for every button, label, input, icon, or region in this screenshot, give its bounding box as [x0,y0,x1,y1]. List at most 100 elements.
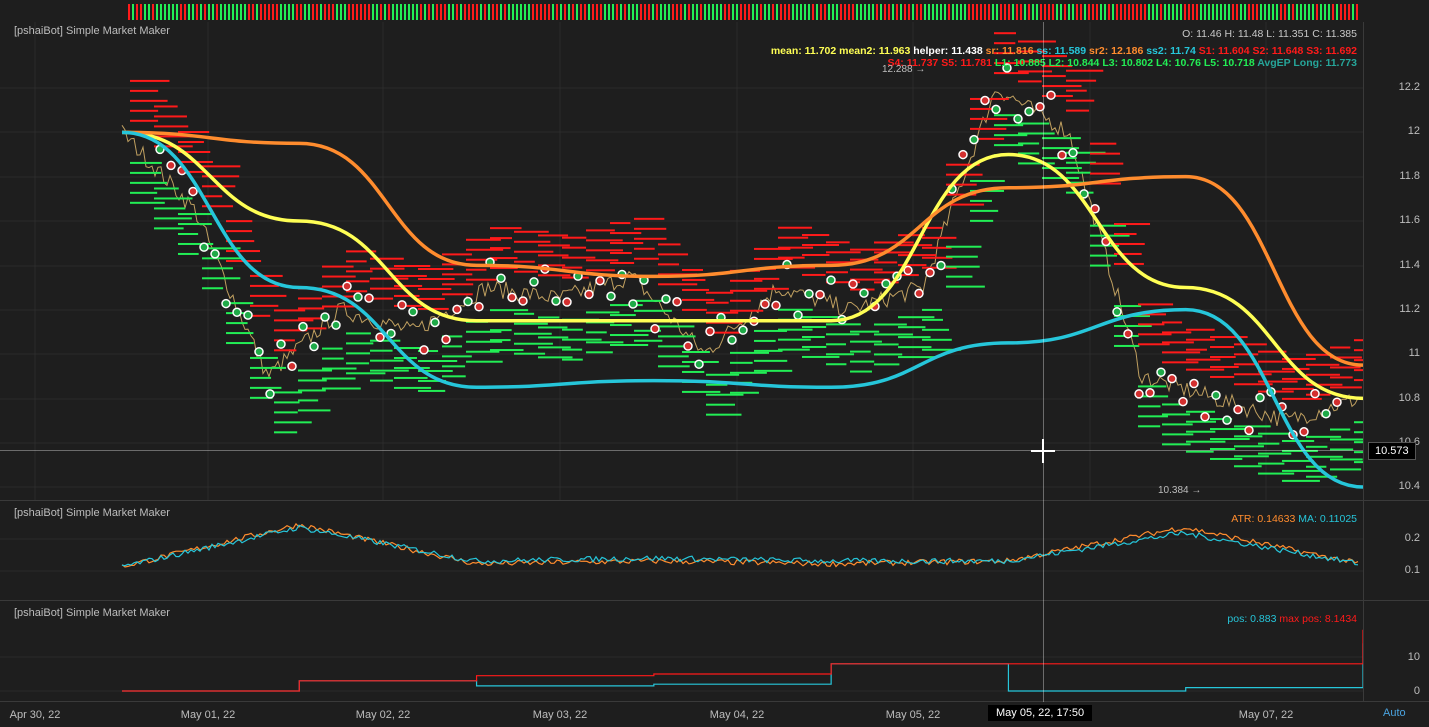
sell-fill-marker [166,160,176,171]
buy-order [562,328,583,331]
signal-bar [908,4,910,20]
signal-bar [988,4,990,20]
auto-scale-button[interactable]: Auto [1383,707,1406,719]
buy-order [346,352,371,355]
signal-bar [1052,4,1054,20]
buy-fill-marker [463,296,473,307]
legend-entry: L1: 10.885 [994,57,1049,69]
sell-order [1234,343,1267,346]
signal-bar [572,4,574,20]
price-tick: 10.8 [1398,392,1420,404]
signal-bar [1268,4,1270,20]
buy-fill-marker [551,296,561,306]
position-pane[interactable]: [pshaiBot] Simple Market Maker [0,601,1363,701]
sell-order [610,261,635,264]
signal-bar [1264,4,1266,20]
time-axis[interactable]: Apr 30, 22 May 01, 22 May 02, 22 May 03,… [0,702,1363,727]
buy-fill-marker [496,273,506,283]
signal-bar [480,4,482,20]
signal-bar [1220,4,1222,20]
sell-order [1066,99,1095,102]
signal-bar [1020,4,1022,20]
signal-bar [372,4,374,20]
sell-fill-marker [287,361,297,372]
sell-order [178,141,204,144]
signal-bar [864,4,866,20]
signal-bar [216,4,218,20]
sell-order [1306,373,1340,376]
signal-bar [488,4,490,20]
signal-bar [952,4,954,20]
buy-order [298,369,333,372]
sell-order [970,117,1008,120]
signal-bar [640,4,642,20]
buy-fill-marker [199,242,209,252]
signal-bar [380,4,382,20]
atr-axis[interactable]: 0.2 0.1 [1363,501,1429,600]
buy-order [946,245,982,248]
signal-bar [1060,4,1062,20]
signal-bar [960,4,962,20]
signal-bar [896,4,898,20]
signal-bar [1224,4,1226,20]
signal-bar [976,4,978,20]
buy-order [682,390,721,393]
signal-bar [772,4,774,20]
buy-order [1162,443,1191,446]
sell-order [346,270,373,273]
buy-order [970,199,992,202]
sell-fill-marker [848,279,858,289]
buy-order [1210,428,1246,431]
position-legend: pos: 0.883 max pos: 8.1434 [1227,613,1357,625]
position-axis[interactable]: 10 0 [1363,601,1429,701]
atr-chart[interactable] [0,501,1363,600]
price-chart[interactable] [0,22,1363,500]
signal-bar [428,4,430,20]
sell-order [418,277,455,280]
sell-fill-marker [474,302,484,312]
signal-bar [400,4,402,20]
signal-bar [1064,4,1066,20]
signal-bar [584,4,586,20]
buy-order [514,312,535,315]
sell-order [1162,341,1194,344]
buy-fill-marker [1024,106,1034,117]
legend-entry: sr2: 12.186 [1089,45,1147,57]
signal-bar [1116,4,1118,20]
price-tick: 11.2 [1399,303,1420,315]
signal-bar [176,4,178,20]
signal-bar [728,4,730,20]
signal-bar [744,4,746,20]
sell-order [1210,375,1235,378]
atr-pane[interactable]: [pshaiBot] Simple Market Maker [0,501,1363,600]
sell-order [130,99,168,102]
sell-order [1066,69,1104,72]
buy-order [922,318,943,321]
price-pane[interactable]: [pshaiBot] Simple Market Maker [0,22,1363,500]
legend-entry: S5: 11.781 [941,57,995,69]
signal-bar [1300,4,1302,20]
sell-order [1306,363,1340,366]
position-chart[interactable] [0,601,1363,701]
sell-order [778,256,805,259]
sell-order [1186,328,1215,331]
signal-bar [1100,4,1102,20]
buy-fill-marker [936,260,946,271]
sell-order [346,280,370,283]
signal-bar [252,4,254,20]
buy-order [562,348,583,351]
sell-order [250,284,279,287]
buy-order [178,223,212,226]
signal-bar [716,4,718,20]
signal-bar [456,4,458,20]
buy-order [442,365,466,368]
buy-order [682,350,710,353]
buy-fill-marker [529,277,539,287]
sell-order [1210,356,1236,358]
buy-order [1234,435,1263,438]
sell-fill-marker [1233,404,1243,415]
sell-order [1066,109,1090,112]
price-axis[interactable]: 12.21211.811.611.411.21110.810.610.4 [1363,22,1429,500]
buy-fill-marker [309,341,319,352]
sell-order [1114,233,1137,236]
